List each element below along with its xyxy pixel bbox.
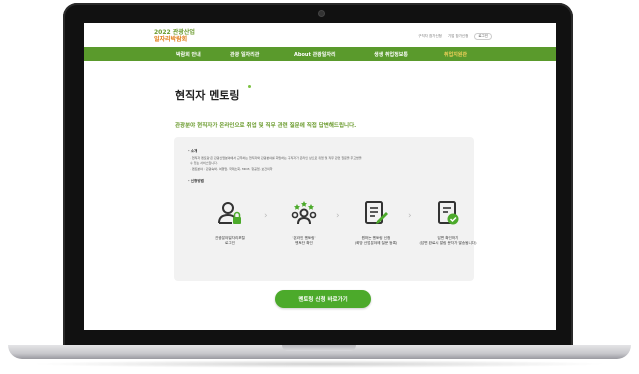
jobseeker-apply-link[interactable]: 구직자 참가신청: [418, 34, 442, 39]
apply-mentoring-button[interactable]: 멘토링 신청 바로가기: [275, 290, 371, 308]
intro-line-2: 수 있는 서비스입니다.: [190, 161, 218, 165]
chevron-right-icon: ›: [336, 211, 340, 221]
steps-row: 관광분야일자리포털 로그인 › '온라인 멘토링' 멘토단 확인 › 원하는 멘…: [198, 199, 476, 269]
company-apply-link[interactable]: 기업 참가신청: [448, 34, 468, 39]
laptop-notch: [282, 345, 356, 351]
step-2-label-2: 멘토단 확인: [295, 241, 313, 245]
info-panel: - 소개 · 현직자 멘토링'은 관광산업분야에서 근무하는 현직자와 관광분야…: [174, 137, 476, 281]
step-mentor-check: '온라인 멘토링' 멘토단 확인: [272, 199, 336, 246]
step-login: 관광분야일자리포털 로그인: [198, 199, 262, 246]
nav-item-about[interactable]: About 관광일자리: [294, 51, 336, 58]
camera-icon: [318, 10, 325, 17]
utility-links: 구직자 참가신청 기업 참가신청 로그인: [418, 33, 492, 40]
page-subtitle: 관광분야 현직자가 온라인으로 취업 및 직무 관련 질문에 직접 답변해드립니…: [175, 123, 357, 129]
login-button[interactable]: 로그인: [474, 33, 492, 40]
step-3-label-2: (희망 산업분야에 질문 등록): [354, 241, 398, 245]
chevron-right-icon: ›: [264, 211, 268, 221]
edit-document-icon: [362, 199, 390, 227]
step-apply-mentoring: 원하는 멘토링 신청 (희망 산업분야에 질문 등록): [344, 199, 408, 246]
method-heading: - 신청방법: [188, 179, 204, 183]
step-1-label-2: 로그인: [225, 241, 235, 245]
intro-heading: - 소개: [188, 149, 198, 153]
mentor-group-icon: [290, 199, 318, 227]
site-header: 2022 관광산업 일자리박람회 구직자 참가신청 기업 참가신청 로그인: [84, 23, 556, 47]
step-4-label-2: (답변 완료시 알림 문자가 발송됩니다): [419, 241, 477, 245]
browser-screen: 2022 관광산업 일자리박람회 구직자 참가신청 기업 참가신청 로그인 박람…: [84, 23, 556, 330]
nav-item-tourism-jobs[interactable]: 관광 일자리관: [230, 51, 259, 58]
chevron-right-icon: ›: [408, 211, 412, 221]
logo-line-2: 일자리박람회: [154, 36, 188, 43]
laptop-shadow: [30, 360, 609, 368]
nav-item-job-info[interactable]: 생생 취업정보통: [374, 51, 408, 58]
nav-item-expo-info[interactable]: 박람회 안내: [176, 51, 201, 58]
check-document-icon: [434, 199, 462, 227]
main-nav: 박람회 안내 관광 일자리관 About 관광일자리 생생 취업정보통 취업지원…: [84, 47, 556, 61]
page-title-wrap: 현직자 멘토링: [175, 85, 251, 103]
nav-item-job-support[interactable]: 취업지원관: [444, 51, 467, 58]
title-dot: [248, 85, 251, 88]
logo-line-1: 2022 관광산업: [154, 29, 195, 36]
page-title: 현직자 멘토링: [175, 89, 240, 102]
user-lock-icon: [216, 199, 244, 227]
site-logo[interactable]: 2022 관광산업 일자리박람회: [154, 29, 195, 43]
step-check-answer: 답변 확인하기 (답변 완료시 알림 문자가 발송됩니다): [416, 199, 480, 246]
intro-line-3: · 멘토분야 : 관광숙박, 여행업, 국제소회, MICE, 항공업, 보건의…: [190, 167, 273, 171]
